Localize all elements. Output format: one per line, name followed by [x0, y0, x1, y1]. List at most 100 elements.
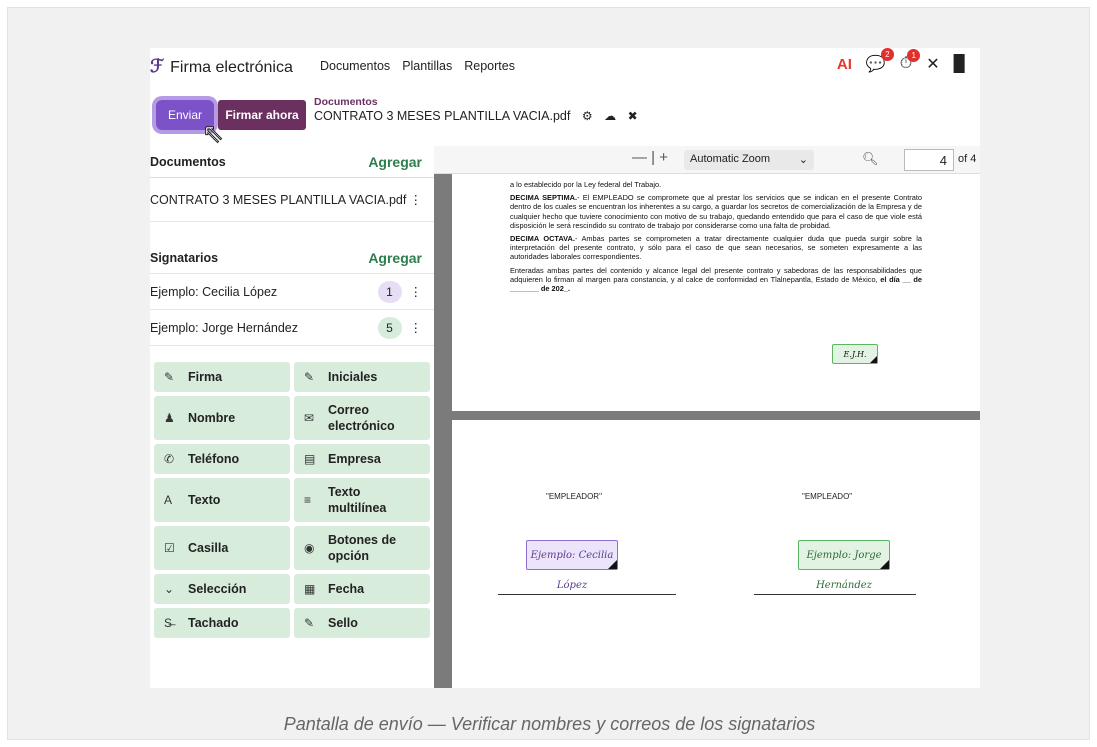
zoom-select[interactable]: Automatic Zoom ⌄ [684, 150, 814, 170]
gear-icon[interactable]: ⚙ [582, 109, 593, 123]
pdf-viewer: — | + Automatic Zoom ⌄ 🔍︎ 4 of 4 a lo est… [434, 146, 980, 688]
viewer-toolbar: — | + Automatic Zoom ⌄ 🔍︎ 4 of 4 [434, 146, 980, 174]
chevron-down-icon: ⌄ [164, 582, 175, 596]
breadcrumb-section[interactable]: Documentos [314, 96, 638, 108]
chevron-down-icon: ⌄ [798, 154, 808, 166]
field-label: Botones de opción [328, 533, 397, 563]
field-botones-de-opción[interactable]: ◉ Botones de opción [294, 526, 430, 570]
field-selección[interactable]: ⌄ Selección [154, 574, 290, 604]
resize-handle[interactable] [880, 560, 889, 569]
employee-signature-value: Ejemplo: Jorge Hernández [806, 550, 882, 591]
pen-icon: ✎ [304, 370, 315, 384]
field-empresa[interactable]: ▤ Empresa [294, 444, 430, 474]
brand[interactable]: ℱ Firma electrónica [150, 56, 293, 77]
add-signer-button[interactable]: Agregar [368, 250, 422, 266]
top-nav: ℱ Firma electrónica Documentos Plantillas… [150, 48, 980, 86]
initials-field[interactable]: E.J.H. [832, 344, 878, 364]
clause-18-head: DECIMA OCTAVA. [510, 234, 575, 244]
field-tachado[interactable]: S̶ Tachado [154, 608, 290, 638]
field-sello[interactable]: ✎ Sello [294, 608, 430, 638]
initials-value: E.J.H. [843, 350, 867, 359]
clause-17-head: DECIMA SEPTIMA. [510, 193, 578, 203]
field-label: Teléfono [188, 452, 240, 466]
signer-field-count: 1 [377, 280, 402, 303]
clause-17: DECIMA SEPTIMA.- El EMPLEADO se comprome… [510, 193, 922, 230]
kebab-menu-icon[interactable]: ⋮ [410, 192, 423, 207]
signer-field-count: 5 [377, 316, 402, 339]
closing-text: Enteradas ambas partes del contenido y a… [510, 266, 922, 294]
employer-signature-field[interactable]: Ejemplo: Cecilia López [526, 540, 618, 591]
field-label: Correo electrónico [328, 403, 395, 433]
field-label: Empresa [328, 452, 381, 466]
signer-name: Ejemplo: Cecilia López [150, 284, 278, 299]
signer-name: Ejemplo: Jorge Hernández [150, 320, 298, 335]
field-teléfono[interactable]: ✆ Teléfono [154, 444, 290, 474]
building-icon[interactable]: ▉ [954, 54, 966, 74]
kebab-menu-icon[interactable]: ⋮ [410, 321, 423, 335]
field-texto[interactable]: A Texto [154, 478, 290, 522]
add-document-button[interactable]: Agregar [368, 154, 422, 170]
field-fecha[interactable]: ▦ Fecha [294, 574, 430, 604]
calendar-icon: ▦ [304, 582, 316, 596]
nav-documentos[interactable]: Documentos [320, 59, 390, 73]
signer-list: Ejemplo: Cecilia López 1 ⋮ Ejemplo: Jorge H… [150, 274, 434, 346]
resize-handle[interactable] [608, 560, 617, 569]
clock-icon[interactable]: ⏱ 1 [900, 49, 921, 73]
nav-links: Documentos Plantillas Reportes [320, 59, 515, 73]
signer-item[interactable]: Ejemplo: Cecilia López 1 ⋮ [150, 274, 434, 310]
page-number-input[interactable]: 4 [904, 149, 954, 171]
pdf-page-text: a lo establecido por la Ley federal del … [452, 174, 980, 411]
screenshot-frame: ℱ Firma electrónica Documentos Plantillas… [7, 7, 1090, 740]
pen-icon: ✎ [304, 616, 315, 630]
tools-icon[interactable]: ✕ [926, 54, 939, 74]
field-nombre[interactable]: ♟ Nombre [154, 396, 290, 440]
field-correo-electrónico[interactable]: ✉ Correo electrónico [294, 396, 430, 440]
building-icon: ▤ [304, 452, 316, 466]
field-iniciales[interactable]: ✎ Iniciales [294, 362, 430, 392]
zoom-value: Automatic Zoom [690, 153, 771, 165]
notification-badge: 1 [907, 49, 921, 62]
phone-icon: ✆ [164, 452, 175, 466]
field-label: Casilla [188, 541, 229, 555]
text-icon: A [164, 493, 173, 507]
signer-controls: 5 ⋮ [377, 316, 423, 339]
resize-handle[interactable] [870, 356, 877, 363]
field-texto-multilínea[interactable]: ≡ Texto multilínea [294, 478, 430, 522]
notification-badge: 2 [880, 48, 894, 61]
cloud-upload-icon[interactable]: ☁ [604, 109, 616, 123]
intro-text: a lo establecido por la Ley federal del … [510, 180, 662, 189]
lines-icon: ≡ [304, 493, 312, 507]
breadcrumb: Documentos CONTRATO 3 MESES PLANTILLA VA… [314, 96, 638, 123]
field-firma[interactable]: ✎ Firma [154, 362, 290, 392]
zoom-out-in-buttons[interactable]: — | + [632, 149, 668, 166]
field-label: Iniciales [328, 370, 378, 384]
close-icon[interactable]: ✖ [628, 109, 638, 123]
radio-icon: ◉ [304, 541, 315, 555]
chat-icon[interactable]: 💬 2 [866, 48, 894, 74]
field-label: Sello [328, 616, 358, 630]
kebab-menu-icon[interactable]: ⋮ [410, 285, 423, 299]
signers-header: Signatarios Agregar [150, 242, 434, 274]
app-window: ℱ Firma electrónica Documentos Plantillas… [150, 48, 980, 688]
employer-label: "EMPLEADOR" [546, 492, 602, 501]
ai-icon[interactable]: AI [837, 56, 852, 73]
mouse-cursor-icon: ⇖ [202, 118, 225, 149]
user-icon: ♟ [164, 411, 175, 425]
nav-reportes[interactable]: Reportes [464, 59, 515, 73]
signature-logo-icon: ℱ [150, 56, 165, 76]
document-item[interactable]: CONTRATO 3 MESES PLANTILLA VACIA.pdf ⋮ [150, 178, 434, 222]
pdf-page-signatures: "EMPLEADOR" "EMPLEADO" Ejemplo: Cecilia … [452, 420, 980, 688]
closing-body: Enteradas ambas partes del contenido y a… [510, 265, 922, 284]
field-label: Texto multilínea [328, 485, 387, 515]
employee-signature-field[interactable]: Ejemplo: Jorge Hernández [798, 540, 890, 591]
document-filename: CONTRATO 3 MESES PLANTILLA VACIA.pdf [314, 109, 571, 123]
signer-controls: 1 ⋮ [377, 280, 423, 303]
employee-label: "EMPLEADO" [802, 492, 853, 501]
firmar-ahora-button[interactable]: Firmar ahora [218, 100, 306, 130]
field-casilla[interactable]: ☑ Casilla [154, 526, 290, 570]
pen-icon: ✎ [164, 370, 175, 384]
signer-item[interactable]: Ejemplo: Jorge Hernández 5 ⋮ [150, 310, 434, 346]
employer-signature-line [498, 594, 676, 595]
nav-plantillas[interactable]: Plantillas [402, 59, 452, 73]
search-icon[interactable]: 🔍︎ [862, 151, 879, 167]
